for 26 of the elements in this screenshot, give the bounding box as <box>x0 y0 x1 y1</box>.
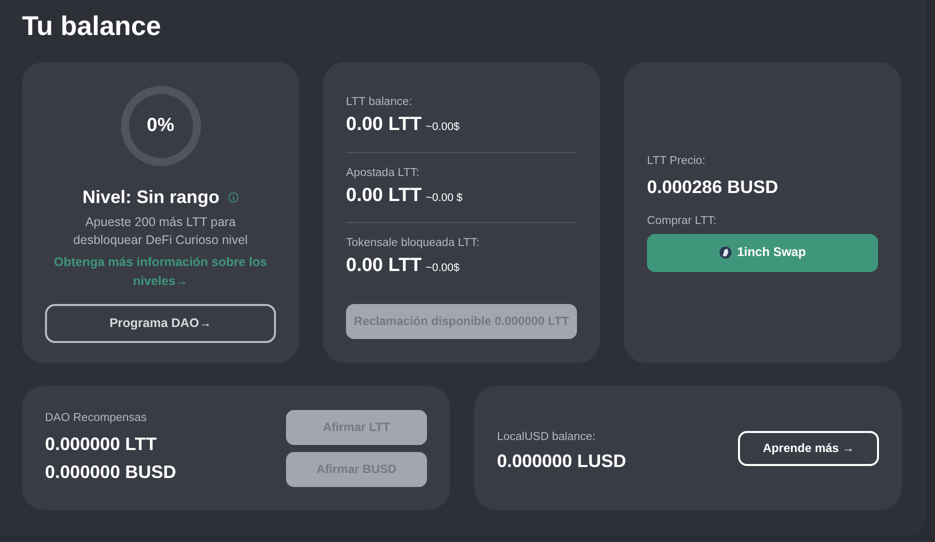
balance-amount: 0.00 LTT <box>346 113 422 137</box>
learn-more-button[interactable]: Aprende más → <box>738 430 879 466</box>
levels-link[interactable]: Obtenga más información sobre los niveles→ <box>46 253 276 291</box>
usd-value: ~0.00$ <box>426 261 460 276</box>
reward-amount: 0.000000 BUSD <box>45 460 176 484</box>
lusd-value: 0.000000 LUSD <box>497 450 626 474</box>
info-icon[interactable] <box>228 192 239 203</box>
balance-label: Apostada LTT: <box>346 166 420 180</box>
lusd-label: LocalUSD balance: <box>497 430 596 445</box>
level-title: Nivel: Sin rango <box>82 186 220 209</box>
swap-button[interactable]: 1inch Swap <box>647 234 878 272</box>
reward-amount: 0.000000 LTT <box>45 432 158 456</box>
balance-label: Tokensale bloqueada LTT: <box>346 236 480 251</box>
balance-label: LTT balance: <box>346 95 414 110</box>
price-value: 0.000286 BUSD <box>647 176 780 198</box>
usd-value: ~0.00 $ <box>426 190 463 206</box>
dao-program-button[interactable]: Programa DAO→ <box>45 304 276 343</box>
level-percent: 0% <box>146 115 174 137</box>
usd-value: ~0.00$ <box>426 120 460 135</box>
rewards-label: DAO Recompensas <box>45 411 148 426</box>
buy-label: Comprar LTT: <box>647 214 718 228</box>
price-label: LTT Precio: <box>647 154 706 170</box>
level-description: Apueste 200 más LTT para desbloquear DeFi Curioso nivel <box>72 214 249 249</box>
balance-amount: 0.00 LTT <box>346 184 422 208</box>
page-title: Tu balance <box>22 10 162 43</box>
balance-amount: 0.00 LTT <box>346 254 422 278</box>
